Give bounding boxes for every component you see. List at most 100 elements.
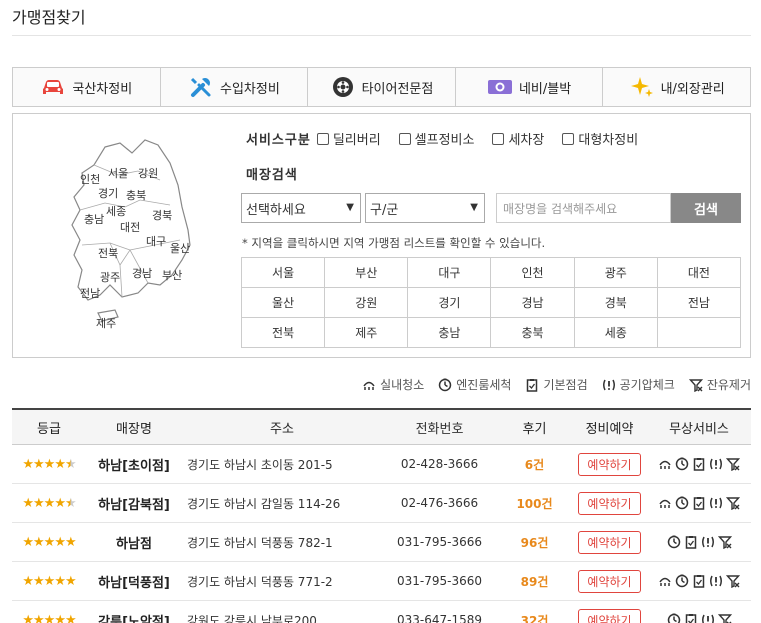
store-name[interactable]: 하남[감북점] xyxy=(86,494,182,513)
region-cell-gyeongbuk[interactable]: 경북 xyxy=(574,288,658,318)
region-cell-sejong[interactable]: 세종 xyxy=(574,318,658,348)
tab-interior-exterior[interactable]: 내/외장관리 xyxy=(603,68,750,106)
residue-removal-icon xyxy=(717,535,732,549)
review-count[interactable]: 32건 xyxy=(497,612,572,623)
korea-map: 인천 서울 강원 경기 충북 세종 충남 대전 경북 대구 울산 전북 광주 경… xyxy=(60,135,200,335)
store-name[interactable]: 하남[덕풍점] xyxy=(86,572,182,591)
review-count[interactable]: 96건 xyxy=(497,534,572,551)
legend-basic-check: 기본점검 xyxy=(525,376,588,393)
divider xyxy=(12,35,751,36)
col-store-name: 매장명 xyxy=(116,421,152,437)
region-cell-jeonnam[interactable]: 전남 xyxy=(657,288,741,318)
checkbox-large-vehicle[interactable]: 대형차정비 xyxy=(562,129,638,148)
book-button[interactable]: 예약하기 xyxy=(578,569,641,593)
region-cell-jeonbuk[interactable]: 전북 xyxy=(242,318,326,348)
map-region-gwangju[interactable]: 광주 xyxy=(100,269,120,285)
residue-removal-icon xyxy=(726,457,740,471)
region-cell-chungbuk[interactable]: 충북 xyxy=(491,318,575,348)
store-phone: 033-647-1589 xyxy=(396,613,482,623)
region-cell-seoul[interactable]: 서울 xyxy=(242,258,326,288)
tire-pressure-icon xyxy=(709,574,723,588)
chevron-down-icon: ▼ xyxy=(470,202,478,213)
map-region-ulsan[interactable]: 울산 xyxy=(170,240,190,256)
map-region-chungnam[interactable]: 충남 xyxy=(84,211,104,227)
tire-pressure-icon xyxy=(709,457,723,471)
residue-removal-icon xyxy=(726,574,740,588)
store-name[interactable]: 하남점 xyxy=(86,533,182,552)
free-service-icons xyxy=(647,613,751,623)
region-cell-jeju[interactable]: 제주 xyxy=(325,318,409,348)
free-service-icons xyxy=(647,574,751,588)
tab-label: 국산차정비 xyxy=(72,81,133,97)
category-tabs: 국산차정비 수입차정비 타이어전문점 네비/블박 내/외장관리 xyxy=(12,67,751,107)
legend-residue-removal: 잔유제거 xyxy=(688,376,751,393)
region-cell-daegu[interactable]: 대구 xyxy=(408,258,492,288)
korea-map-outline xyxy=(71,139,191,322)
book-button[interactable]: 예약하기 xyxy=(578,491,641,515)
tab-tire-shop[interactable]: 타이어전문점 xyxy=(308,68,456,106)
region-cell-ulsan[interactable]: 울산 xyxy=(242,288,326,318)
store-name-input[interactable]: 매장명을 검색해주세요 xyxy=(496,193,671,223)
book-button[interactable]: 예약하기 xyxy=(578,452,641,476)
region-cell-gangwon[interactable]: 강원 xyxy=(325,288,409,318)
review-count[interactable]: 6건 xyxy=(497,456,572,473)
col-free-service: 무상서비스 xyxy=(669,421,729,437)
legend-tire-pressure: 공기압체크 xyxy=(602,376,675,393)
book-button[interactable]: 예약하기 xyxy=(578,608,641,623)
map-region-jeju[interactable]: 제주 xyxy=(96,315,116,331)
residue-removal-icon xyxy=(717,613,732,623)
car-icon xyxy=(40,75,66,99)
tab-domestic-repair[interactable]: 국산차정비 xyxy=(13,68,161,106)
book-button[interactable]: 예약하기 xyxy=(578,530,641,554)
region-cell-empty xyxy=(657,318,741,348)
store-address: 경기도 하남시 감일동 114-26 xyxy=(187,496,341,511)
interior-clean-icon xyxy=(658,496,672,510)
checkbox-car-wash[interactable]: 세차장 xyxy=(492,129,544,148)
checkbox-self-repair[interactable]: 셀프정비소 xyxy=(398,129,474,148)
region-cell-gyeongnam[interactable]: 경남 xyxy=(491,288,575,318)
region-cell-incheon[interactable]: 인천 xyxy=(491,258,575,288)
region-cell-gwangju[interactable]: 광주 xyxy=(574,258,658,288)
service-filter-title: 서비스구분 xyxy=(246,133,311,148)
map-region-jeonnam[interactable]: 전남 xyxy=(80,285,100,301)
map-region-gangwon[interactable]: 강원 xyxy=(138,165,158,181)
tab-navi-blackbox[interactable]: 네비/블박 xyxy=(456,68,604,106)
store-address: 경기도 하남시 덕풍동 782-1 xyxy=(187,535,333,550)
region-cell-daejeon[interactable]: 대전 xyxy=(657,258,741,288)
city-select[interactable]: 선택하세요 ▼ xyxy=(241,193,361,223)
map-region-daejeon[interactable]: 대전 xyxy=(120,219,140,235)
map-region-gyeongbuk[interactable]: 경북 xyxy=(152,207,172,223)
map-region-daegu[interactable]: 대구 xyxy=(146,233,166,249)
region-cell-gyeonggi[interactable]: 경기 xyxy=(408,288,492,318)
review-count[interactable]: 100건 xyxy=(497,495,572,512)
interior-clean-icon xyxy=(362,378,376,392)
region-cell-chungnam[interactable]: 충남 xyxy=(408,318,492,348)
store-name[interactable]: 하남[초이점] xyxy=(86,455,182,474)
service-legend: 실내청소 엔진룸세척 기본점검 공기압체크 잔유제거 xyxy=(362,376,751,393)
checkbox-delivery[interactable]: 딜리버리 xyxy=(316,129,381,148)
engine-wash-icon xyxy=(667,535,681,549)
tab-import-repair[interactable]: 수입차정비 xyxy=(161,68,309,106)
map-region-sejong[interactable]: 세종 xyxy=(106,203,126,219)
map-region-seoul[interactable]: 서울 xyxy=(108,165,128,181)
grade-stars: ★★★★★ xyxy=(22,573,76,589)
tab-label: 내/외장관리 xyxy=(660,81,725,97)
district-select[interactable]: 구/군 ▼ xyxy=(365,193,485,223)
tire-pressure-icon xyxy=(701,613,715,623)
map-region-busan[interactable]: 부산 xyxy=(162,267,182,283)
map-region-gyeongnam[interactable]: 경남 xyxy=(132,265,152,281)
basic-check-icon xyxy=(684,613,698,623)
interior-clean-icon xyxy=(658,574,672,588)
store-name[interactable]: 강릉[노암점] xyxy=(86,611,182,623)
map-region-jeonbuk[interactable]: 전북 xyxy=(98,245,118,261)
region-hint: * 지역을 클릭하시면 지역 가맹점 리스트를 확인할 수 있습니다. xyxy=(242,236,546,250)
residue-removal-icon xyxy=(726,496,740,510)
store-phone: 02-428-3666 xyxy=(400,457,479,471)
map-region-gyeonggi[interactable]: 경기 xyxy=(98,185,118,201)
region-cell-busan[interactable]: 부산 xyxy=(325,258,409,288)
col-review: 후기 xyxy=(522,421,547,437)
map-region-chungbuk[interactable]: 충북 xyxy=(126,187,146,203)
search-button[interactable]: 검색 xyxy=(671,193,741,223)
store-address: 경기도 하남시 초이동 201-5 xyxy=(187,457,333,472)
review-count[interactable]: 89건 xyxy=(497,573,572,590)
